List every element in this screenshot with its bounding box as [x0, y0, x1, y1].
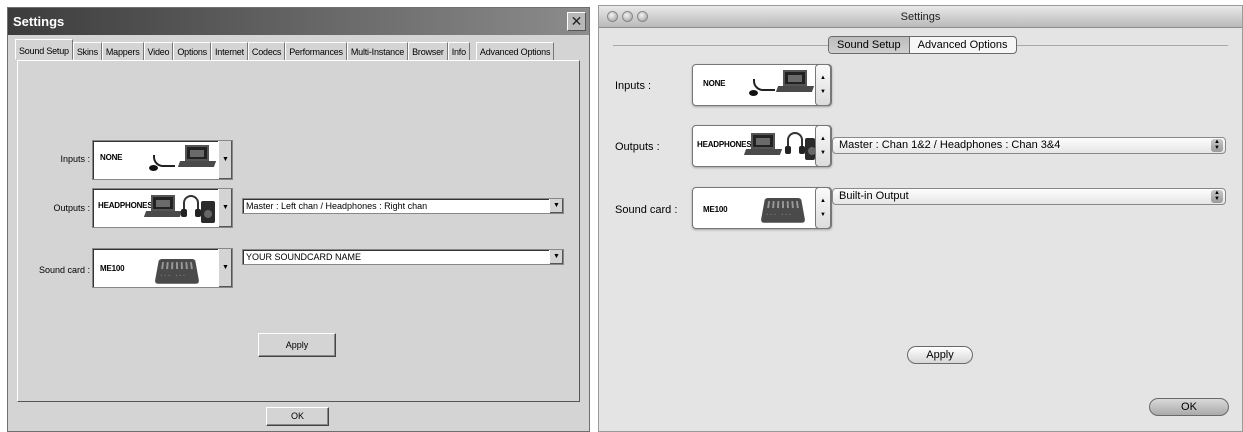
tab-performances[interactable]: Performances: [285, 42, 347, 60]
tab-video[interactable]: Video: [143, 42, 174, 60]
soundcard-device-selector[interactable]: ME100 ▲ ▼: [692, 187, 832, 229]
soundcard-device-selector[interactable]: ME100 ▼: [92, 248, 233, 288]
tab-mappers[interactable]: Mappers: [101, 42, 144, 60]
windows-title-bar[interactable]: Settings ✕: [8, 8, 589, 35]
tab-skins[interactable]: Skins: [72, 42, 102, 60]
speaker-icon: [201, 201, 215, 223]
ok-button[interactable]: OK: [266, 407, 329, 426]
tab-sound-setup[interactable]: Sound Setup: [829, 37, 910, 53]
soundcard-stepper[interactable]: ▲ ▼: [815, 187, 831, 229]
sound-setup-panel: Inputs : NONE ▼ Outputs : HEADPHONES ▼ M…: [17, 60, 580, 402]
tab-codecs[interactable]: Codecs: [247, 42, 286, 60]
mac-settings-dialog: Settings Sound Setup Advanced Options In…: [598, 5, 1243, 432]
soundcard-device-name: ME100: [703, 205, 728, 214]
outputs-label: Outputs :: [53, 203, 90, 213]
laptop-icon: [743, 133, 783, 157]
zoom-window-icon[interactable]: [637, 11, 648, 22]
output-routing-select[interactable]: Master : Chan 1&2 / Headphones : Chan 3&…: [832, 137, 1226, 154]
apply-button[interactable]: Apply: [907, 346, 973, 364]
mouse-icon: [749, 90, 758, 96]
laptop-icon: [775, 70, 815, 94]
apply-button[interactable]: Apply: [258, 333, 336, 357]
close-button[interactable]: ✕: [567, 12, 586, 31]
outputs-dropdown-button[interactable]: ▼: [218, 189, 232, 227]
mouse-icon: [149, 165, 158, 171]
mac-tab-control: Sound Setup Advanced Options: [828, 36, 1017, 54]
tab-browser[interactable]: Browser: [408, 42, 448, 60]
speaker-icon: [805, 138, 816, 160]
updown-arrows-glyph: ▲▼: [1214, 139, 1220, 151]
outputs-stepper[interactable]: ▲ ▼: [815, 125, 831, 167]
headphones-icon: [181, 195, 201, 217]
laptop-icon: [143, 195, 183, 219]
close-icon: ✕: [570, 13, 583, 29]
output-routing-value: Master : Chan 1&2 / Headphones : Chan 3&…: [839, 139, 1061, 151]
headphones-icon: [785, 132, 805, 154]
tab-info[interactable]: Info: [447, 42, 470, 60]
minimize-window-icon[interactable]: [622, 11, 633, 22]
outputs-label: Outputs :: [615, 141, 660, 153]
cable-icon: [753, 79, 775, 91]
close-window-icon[interactable]: [607, 11, 618, 22]
windows-tab-strip: Sound Setup Skins Mappers Video Options Inter…: [15, 39, 555, 60]
chevron-down-icon: ▼: [222, 204, 229, 211]
chevron-down-icon[interactable]: ▼: [549, 199, 563, 213]
windows-settings-dialog: Settings ✕ Sound Setup Skins Mappers Video O…: [7, 7, 590, 432]
mac-title: Settings: [900, 11, 941, 23]
ok-button[interactable]: OK: [1149, 398, 1229, 416]
chevron-down-icon[interactable]: ▼: [549, 250, 563, 264]
inputs-device-selector[interactable]: NONE ▲ ▼: [692, 64, 832, 106]
updown-arrows-icon: ▲▼: [1211, 139, 1223, 152]
updown-arrows-icon: ▲▼: [1211, 190, 1223, 203]
tab-options[interactable]: Options: [173, 42, 211, 60]
soundcard-label: Sound card :: [615, 204, 678, 216]
updown-arrows-glyph: ▲▼: [1214, 190, 1220, 202]
outputs-device-selector[interactable]: HEADPHONES ▲ ▼: [692, 125, 832, 167]
inputs-label: Inputs :: [60, 154, 90, 164]
windows-title: Settings: [13, 14, 65, 29]
chevron-down-icon: ▼: [222, 156, 229, 163]
inputs-label: Inputs :: [615, 80, 652, 92]
tab-sound-setup[interactable]: Sound Setup: [15, 39, 73, 60]
tab-advanced-options[interactable]: Advanced Options: [910, 37, 1016, 53]
soundcard-device-name: ME100: [100, 264, 125, 273]
soundcard-value: YOUR SOUNDCARD NAME: [246, 252, 362, 262]
tab-multi-instance[interactable]: Multi-Instance: [346, 42, 409, 60]
inputs-device-name: NONE: [703, 79, 726, 88]
me100-controller-icon: [760, 198, 806, 223]
tab-internet[interactable]: Internet: [210, 42, 248, 60]
chevron-down-icon: ▼: [222, 264, 229, 271]
outputs-device-name: HEADPHONES: [697, 140, 752, 149]
outputs-device-selector[interactable]: HEADPHONES ▼: [92, 188, 233, 228]
me100-controller-icon: [154, 259, 200, 284]
soundcard-select[interactable]: Built-in Output ▲▼: [832, 188, 1226, 205]
soundcard-value: Built-in Output: [839, 190, 909, 202]
tab-advanced-options[interactable]: Advanced Options: [475, 42, 555, 60]
output-routing-select[interactable]: Master : Left chan / Headphones : Right …: [242, 198, 564, 214]
soundcard-dropdown-button[interactable]: ▼: [218, 249, 232, 287]
laptop-icon: [177, 145, 217, 169]
inputs-stepper[interactable]: ▲ ▼: [815, 64, 831, 106]
mac-title-bar[interactable]: Settings: [599, 6, 1242, 28]
output-routing-value: Master : Left chan / Headphones : Right …: [246, 201, 428, 211]
inputs-device-selector[interactable]: NONE ▼: [92, 140, 233, 180]
soundcard-select[interactable]: YOUR SOUNDCARD NAME ▼: [242, 249, 564, 265]
inputs-dropdown-button[interactable]: ▼: [218, 141, 232, 179]
inputs-device-name: NONE: [100, 153, 123, 162]
soundcard-label: Sound card :: [38, 265, 90, 275]
